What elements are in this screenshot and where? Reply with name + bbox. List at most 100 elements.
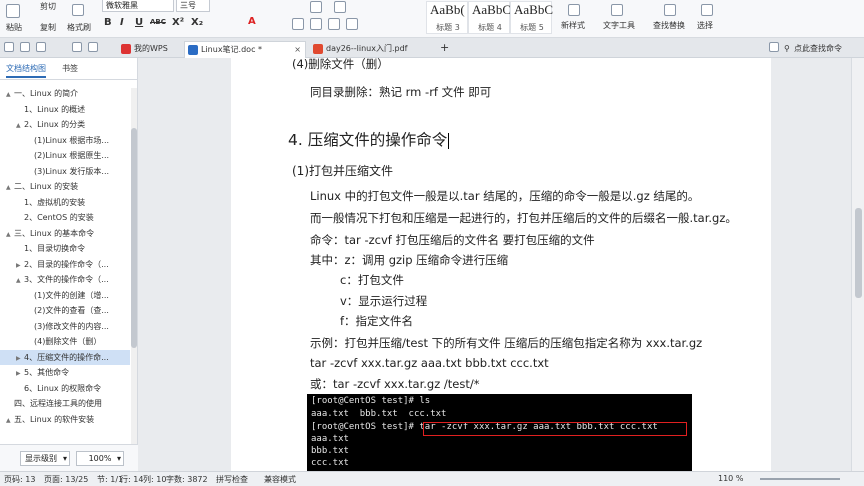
select-icon[interactable] [701,4,713,16]
outline-item[interactable]: (3)Linux 发行版本... [0,164,130,179]
print-icon[interactable] [36,42,46,52]
number-list-icon[interactable] [334,1,346,13]
underline-button[interactable]: U [135,17,143,28]
status-col: 列: 10 [143,475,167,484]
outline-scrollbar[interactable] [131,88,137,468]
outline-item[interactable]: (1)Linux 根据市场... [0,133,130,148]
outline-item[interactable]: 2、CentOS 的安装 [0,210,130,225]
style-heading-4[interactable]: AaBbC 标题 4 [468,1,511,34]
outline-item[interactable]: ▲ 三、Linux 的基本命令 [0,226,130,241]
collapse-icon[interactable]: ▲ [6,180,14,194]
outline-item[interactable]: 1、Linux 的概述 [0,102,130,117]
outline-tabs: 文档结构图 书签 [0,58,138,80]
outline-item[interactable]: ▲ 五、Linux 的软件安装 [0,412,130,427]
zoom-slider[interactable] [760,478,840,480]
outline-item-label: 2、目录的操作命令（... [24,259,109,269]
display-level-select[interactable]: 显示级别 ▾ [20,451,70,466]
expand-icon[interactable]: ▶ [16,351,24,365]
italic-button[interactable]: I [120,17,124,28]
style-heading-5[interactable]: AaBbC 标题 5 [510,1,553,34]
outline-item[interactable]: ▶ 5、其他命令 [0,365,130,380]
outline-item[interactable]: ▲ 二、Linux 的安装 [0,179,130,194]
tab-pdf[interactable]: day26--linux入门.pdf [310,41,430,58]
style-heading-3[interactable]: AaBb( 标题 3 [426,1,468,34]
font-size-select[interactable]: 三号 [176,0,210,12]
redo-icon[interactable] [88,42,98,52]
outline-item[interactable]: ▶ 4、压缩文件的操作命... [0,349,130,365]
copy-button[interactable]: 复制 [40,22,56,33]
find-replace-button[interactable]: 查找替换 [653,20,685,31]
paragraph-4: 其中：z：调用 gzip 压缩命令进行压缩 [310,253,509,267]
text-tools-button[interactable]: 文字工具 [603,20,635,31]
bullet-list-icon[interactable] [310,1,322,13]
outline-item[interactable]: (4)删除文件（删） [0,334,130,349]
align-center-icon[interactable] [310,18,322,30]
paste-button[interactable]: 粘贴 [6,22,22,33]
outline-item[interactable]: 1、虚拟机的安装 [0,195,130,210]
chevron-down-icon: ▾ [62,454,67,463]
new-style-button[interactable]: 新样式 [561,20,585,31]
display-level-label: 显示级别 [25,454,57,463]
tab-bookmark[interactable]: 书签 [62,63,78,74]
outline-item-label: 1、目录切换命令 [24,244,86,253]
expand-icon[interactable]: ▶ [16,258,24,272]
outline-item[interactable]: ▲ 3、文件的操作命令（... [0,272,130,287]
format-painter-button[interactable]: 格式刷 [67,22,91,33]
new-style-icon[interactable] [568,4,580,16]
outline-item[interactable]: (3)修改文件的内容... [0,319,130,334]
font-name-select[interactable]: 微软雅黑 [102,0,174,12]
pdf-file-icon [313,44,323,54]
align-right-icon[interactable] [328,18,340,30]
outline-item[interactable]: ▶ 2、目录的操作命令（... [0,257,130,272]
command-search[interactable]: ⚲ 点此查找命令 [782,41,842,58]
justify-icon[interactable] [346,18,358,30]
status-row: 行: 14 [120,475,144,484]
collapse-icon[interactable]: ▲ [6,87,14,101]
font-color-button[interactable]: A [248,16,256,27]
align-left-icon[interactable] [292,18,304,30]
outline-item-label: 3、文件的操作命令（... [24,275,109,284]
outline-item[interactable]: (2)文件的查看（查... [0,303,130,318]
format-painter-icon[interactable] [72,4,84,16]
collapse-icon[interactable]: ▲ [16,118,24,132]
subscript-button[interactable]: X₂ [191,17,203,28]
save-icon[interactable] [20,42,30,52]
skin-icon[interactable] [769,42,779,52]
document-scrollbar[interactable] [851,58,864,471]
new-tab-button[interactable]: + [426,41,449,58]
paste-icon[interactable] [6,4,20,18]
superscript-button[interactable]: X² [172,17,184,28]
outline-zoom-select[interactable]: 100% ▾ [76,451,124,466]
tab-my-wps[interactable]: 我的WPS [118,41,168,58]
collapse-icon[interactable]: ▲ [6,227,14,241]
outline-item-label: 三、Linux 的基本命令 [14,228,95,238]
delete-heading: (4)删除文件（删） [292,58,389,71]
document-scroll-thumb[interactable] [855,208,862,298]
select-button[interactable]: 选择 [697,20,713,31]
outline-item[interactable]: ▲ 一、Linux 的简介 [0,86,130,101]
outline-item[interactable]: 四、远程连接工具的使用 [0,396,130,411]
outline-item[interactable]: 6、Linux 的权限命令 [0,381,130,396]
outline-item[interactable]: (2)Linux 根据原生... [0,148,130,163]
tab-outline[interactable]: 文档结构图 [6,63,46,78]
expand-icon[interactable]: ▶ [16,366,24,380]
spell-check-button[interactable]: 拼写检查 [216,474,248,485]
collapse-icon[interactable]: ▲ [6,413,14,427]
text-tools-icon[interactable] [611,4,623,16]
strike-button[interactable]: ABC [150,18,166,26]
bold-button[interactable]: B [104,17,112,28]
cut-button[interactable]: 剪切 [40,1,56,12]
outline-item-label: (2)文件的查看（查... [34,306,109,315]
outline-item[interactable]: 1、目录切换命令 [0,241,130,256]
outline-item[interactable]: ▲ 2、Linux 的分类 [0,117,130,132]
undo-icon[interactable] [72,42,82,52]
outline-item[interactable]: (1)文件的创建（增... [0,288,130,303]
outline-scroll-thumb[interactable] [131,128,137,348]
collapse-icon[interactable]: ▲ [16,273,24,287]
terminal-line: bbb.txt [311,446,349,456]
outline-item-label: 五、Linux 的软件安装 [14,414,95,424]
tab-linux-notes[interactable]: Linux笔记.doc * × [184,41,306,58]
open-icon[interactable] [4,42,14,52]
tab-close-icon[interactable]: × [294,42,301,57]
find-replace-icon[interactable] [664,4,676,16]
